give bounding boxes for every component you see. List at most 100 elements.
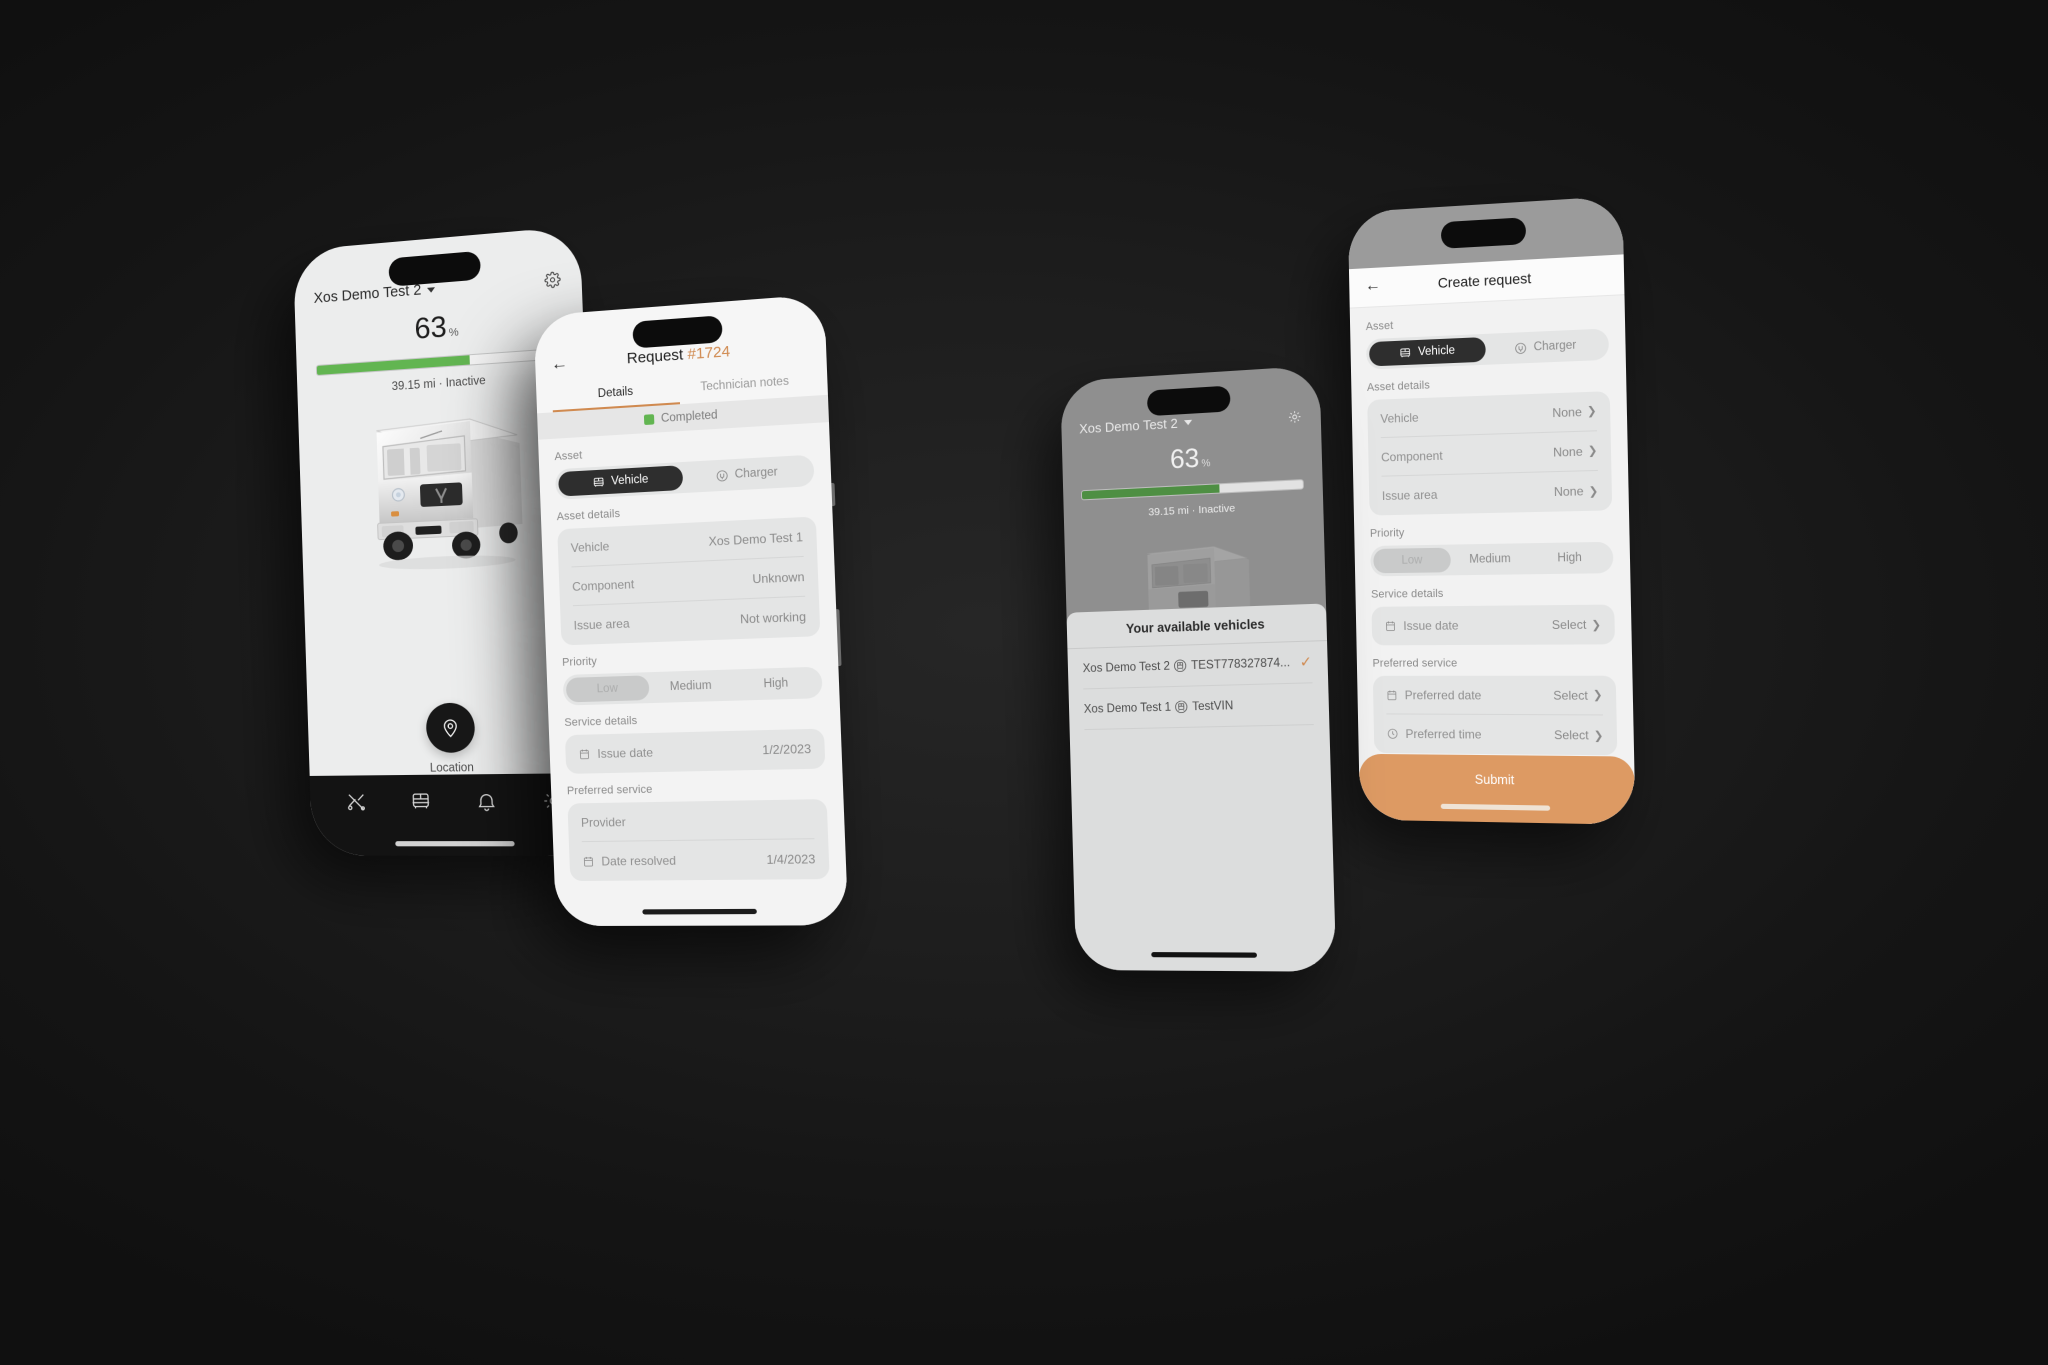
battery-progress-fill [1081,484,1220,500]
dynamic-island [1146,385,1231,417]
asset-type-segmented-control: Vehicle Charger [1366,328,1610,370]
phone2-screen: ← Request #1724 Details Technician notes… [533,293,849,927]
priority-option-low[interactable]: Low [1373,547,1451,574]
battery-progress-bar [1080,479,1305,501]
asset-option-vehicle-label: Vehicle [1417,344,1456,359]
vehicle-selector[interactable]: Xos Demo Test 2 [313,281,436,307]
chevron-down-icon [1183,419,1193,426]
row-key: Vehicle [570,538,610,555]
list-item[interactable]: Xos Demo Test 1 TestVIN [1083,683,1314,731]
row-value: 1/4/2023 [766,851,816,867]
asset-option-charger-label: Charger [734,466,778,481]
arrow-left-icon[interactable]: ← [551,353,573,374]
chevron-right-icon: ❯ [1588,485,1599,498]
priority-option-medium[interactable]: Medium [648,673,733,700]
page-title: Create request [1437,269,1532,291]
range-status-text: 39.15 mi · Inactive [1148,502,1236,519]
table-row[interactable]: Issue date Select ❯ [1384,605,1601,646]
chevron-right-icon: ❯ [1593,729,1604,743]
asset-option-charger-label: Charger [1533,339,1577,354]
asset-option-vehicle[interactable]: Vehicle [558,465,684,497]
request-header: ← Request #1724 Details Technician notes [533,293,828,414]
row-value: Unknown [752,568,805,586]
table-row[interactable]: Issue date 1/2/2023 [578,729,812,774]
vehicle-vin: TEST778327874... [1190,656,1291,672]
row-key: Issue area [573,616,630,633]
home-indicator [395,841,515,847]
priority-option-high[interactable]: High [733,670,820,698]
chevron-right-icon: ❯ [1586,405,1597,419]
vehicle-icon [592,475,605,489]
asset-option-charger[interactable]: Charger [1485,332,1606,362]
phone3-screen: Xos Demo Test 2 63% 39.15 mi · Inactive [1060,365,1337,972]
table-row[interactable]: Issue area Not working [573,597,807,645]
battery-percentage: 63% [314,302,563,354]
calendar-icon [582,855,594,867]
row-value-text: None [1552,443,1583,460]
list-item[interactable]: Xos Demo Test 2 TEST778327874... ✓ [1082,641,1313,690]
asset-details-card: Vehicle None ❯ Component None ❯ Issue ar… [1367,391,1613,516]
location-button[interactable] [425,702,476,754]
preferred-service-label: Preferred service [566,783,653,798]
table-row[interactable]: Date resolved 1/4/2023 [582,839,816,881]
home-indicator [642,908,757,915]
priority-option-high[interactable]: High [1529,545,1610,571]
row-value: Xos Demo Test 1 [708,529,804,549]
battery-unit: % [448,326,459,340]
table-row[interactable]: Issue area None ❯ [1382,471,1599,515]
gear-icon[interactable] [1287,409,1302,424]
phone-create-request: ← Create request Asset Vehicle Charger A… [1347,195,1636,825]
vehicle-name: Xos Demo Test 1 [1083,700,1172,716]
table-row[interactable]: Preferred time Select ❯ [1386,714,1604,755]
status-text: Completed [660,409,718,426]
calendar-icon [578,748,590,761]
vehicle-icon [1399,346,1412,360]
xos-truck-icon [346,392,523,572]
row-key-text: Issue date [597,745,654,761]
clock-icon [1387,728,1399,740]
chevron-right-icon: ❯ [1591,618,1602,632]
service-details-card: Issue date 1/2/2023 [564,728,826,774]
preferred-service-label: Preferred service [1372,657,1458,670]
check-icon: ✓ [1299,653,1313,671]
tools-icon[interactable] [345,791,367,814]
vehicle-selector[interactable]: Xos Demo Test 2 [1079,415,1193,436]
priority-option-low[interactable]: Low [565,675,650,703]
table-row[interactable]: Vehicle None ❯ [1379,391,1598,439]
table-row[interactable]: Component None ❯ [1380,431,1598,477]
location-label: Location [429,761,475,775]
vehicle-name: Xos Demo Test 2 [1082,659,1171,675]
bell-icon[interactable] [474,790,497,813]
arrow-left-icon[interactable]: ← [1365,277,1385,295]
vehicle-icon[interactable] [409,790,432,813]
row-key-text: Issue date [1403,618,1459,634]
row-key: Issue date [578,745,653,761]
row-value: 1/2/2023 [762,741,812,758]
row-value-text: Select [1551,617,1587,633]
phone4-screen: ← Create request Asset Vehicle Charger A… [1347,195,1636,825]
request-id: #1724 [687,342,731,364]
submit-button[interactable]: Submit [1358,753,1636,825]
row-key: Component [1381,447,1443,464]
asset-option-vehicle[interactable]: Vehicle [1369,336,1486,367]
priority-segmented-control: Low Medium High [1370,541,1614,577]
asset-details-card: Vehicle Xos Demo Test 1 Component Unknow… [557,516,821,646]
calendar-icon [1386,689,1398,701]
asset-type-segmented-control: Vehicle Charger [554,454,815,500]
row-value-text: Select [1553,687,1588,703]
chevron-down-icon [427,286,436,293]
row-value: None ❯ [1552,404,1597,420]
priority-label: Priority [561,655,598,669]
gear-icon[interactable] [544,271,561,289]
battery-percentage: 63% [1080,436,1304,480]
row-key-text: Preferred time [1405,726,1482,742]
row-value: None ❯ [1553,443,1598,459]
table-row[interactable]: Preferred date Select ❯ [1385,675,1603,716]
vehicle-icon [1174,699,1190,715]
asset-option-charger[interactable]: Charger [682,458,811,490]
table-row[interactable]: Provider [580,799,815,843]
row-key: Date resolved [582,853,676,869]
vehicle-picker-sheet: Your available vehicles Xos Demo Test 2 … [1066,603,1337,972]
row-value: Not working [739,609,807,627]
priority-option-medium[interactable]: Medium [1450,546,1529,572]
